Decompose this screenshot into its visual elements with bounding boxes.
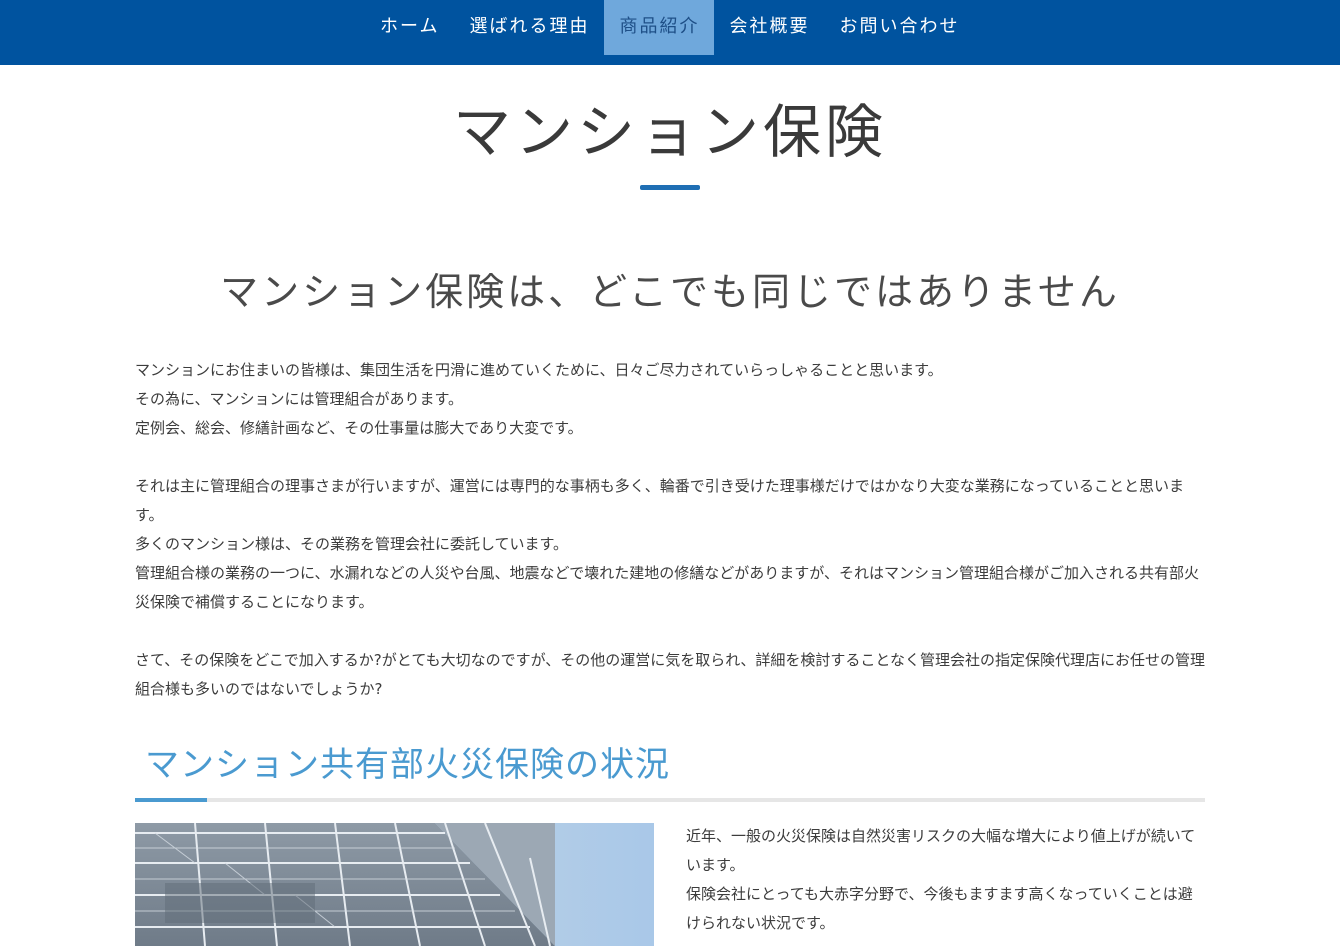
intro-paragraph: 管理組合様の業務の一つに、水漏れなどの人災や台風、地震などで壊れた建地の修繕など…: [135, 564, 1199, 611]
section-paragraph: 近年、一般の火災保険は自然災害リスクの大幅な増大により値上げが続いています。: [686, 827, 1196, 874]
nav-item-contact[interactable]: お問い合わせ: [824, 0, 974, 55]
top-navigation-bar: ホーム 選ばれる理由 商品紹介 会社概要 お問い合わせ: [0, 0, 1340, 65]
section-divider-accent: [135, 798, 207, 802]
intro-paragraph: その為に、マンションには管理組合があります。: [135, 390, 464, 408]
building-scaffolding-image: [135, 823, 654, 946]
page-title: マンション保険: [452, 98, 887, 166]
main-menu: ホーム 選ばれる理由 商品紹介 会社概要 お問い合わせ: [365, 0, 974, 55]
section-divider: [135, 798, 1205, 802]
intro-paragraph: 定例会、総会、修繕計画など、その仕事量は膨大であり大変です。: [135, 419, 583, 437]
section-heading: マンション共有部火災保険の状況: [145, 745, 670, 785]
nav-item-products[interactable]: 商品紹介: [604, 0, 715, 55]
intro-paragraph: マンションにお住まいの皆様は、集団生活を円滑に進めていくために、日々ご尽力されて…: [135, 361, 943, 379]
intro-paragraph: 多くのマンション様は、その業務を管理会社に委託しています。: [135, 535, 569, 553]
intro-text: マンションにお住まいの皆様は、集団生活を円滑に進めていくために、日々ご尽力されて…: [135, 356, 1207, 704]
intro-paragraph: それは主に管理組合の理事さまが行いますが、運営には専門的な事柄も多く、輪番で引き…: [135, 477, 1184, 524]
intro-paragraph: さて、その保険をどこで加入するか?がとても大切なのですが、その他の運営に気を取ら…: [135, 651, 1205, 698]
nav-item-company[interactable]: 会社概要: [714, 0, 824, 55]
title-underline: [640, 185, 700, 190]
page-subtitle: マンション保険は、どこでも同じではありません: [220, 270, 1120, 314]
nav-item-home[interactable]: ホーム: [365, 0, 454, 55]
section-body-text: 近年、一般の火災保険は自然災害リスクの大幅な増大により値上げが続いています。 保…: [686, 822, 1206, 938]
nav-item-reasons[interactable]: 選ばれる理由: [454, 0, 604, 55]
building-scaffolding-photo: [135, 823, 654, 946]
section-paragraph: 保険会社にとっても大赤字分野で、今後もますます高くなっていくことは避けられない状…: [686, 885, 1193, 932]
